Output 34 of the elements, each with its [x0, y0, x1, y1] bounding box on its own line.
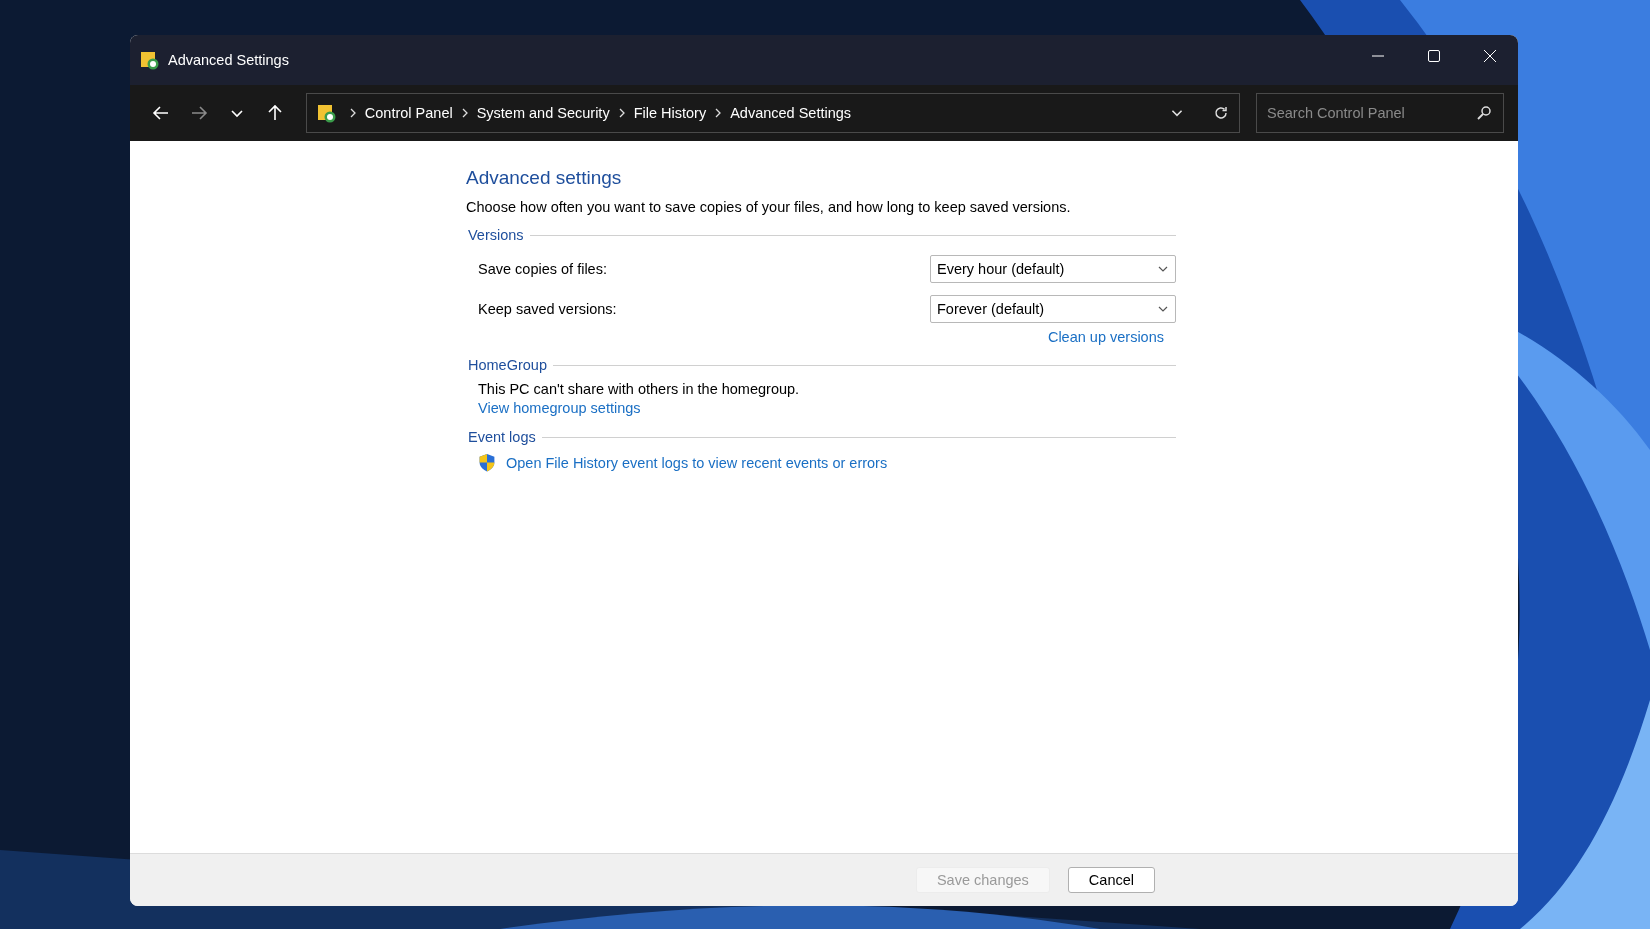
link[interactable]: Open File History event logs to view recent events or errors [506, 454, 888, 471]
section-title: Versions [468, 227, 524, 243]
chevron-right-icon [348, 108, 357, 118]
info-text: This PC can't share with others in the homegroup. [477, 381, 801, 397]
folder-clock-icon [140, 50, 160, 70]
folder-clock-icon [316, 103, 337, 123]
description-text: Choose how often you want to save copies of your files, and how long to keep saved versions. [466, 199, 1072, 215]
window-title: Advanced Settings [168, 52, 289, 68]
arrow-left-icon [151, 104, 170, 122]
dropdown[interactable]: Every hour (default) [930, 255, 1176, 283]
address-bar[interactable]: Control Panel System and Security File History Advanced Settings [305, 93, 1240, 133]
dropdown[interactable]: Forever (default) [930, 295, 1176, 323]
search-field[interactable]: Search Control Panel [1256, 93, 1504, 133]
shield-icon [478, 453, 496, 472]
arrow-right-icon [189, 104, 208, 122]
page-heading: Advanced settings [466, 167, 623, 189]
section-title: Event logs [468, 429, 536, 445]
section-title: HomeGroup [468, 357, 547, 373]
setting-label: Keep saved versions: [478, 301, 617, 317]
breadcrumb-item[interactable]: Advanced Settings [730, 105, 852, 121]
close-icon [1483, 49, 1497, 63]
maximize-icon [1427, 49, 1441, 63]
chevron-right-icon [460, 108, 469, 118]
chevron-right-icon [617, 108, 626, 118]
search-icon [1476, 105, 1492, 121]
refresh-icon[interactable] [1213, 105, 1229, 121]
chevron-right-icon [714, 108, 723, 118]
breadcrumb-item[interactable]: File History [633, 105, 707, 121]
setting-label: Save copies of files: [478, 261, 607, 277]
dialog-button[interactable]: Cancel [1067, 867, 1155, 893]
link[interactable]: View homegroup settings [478, 400, 641, 416]
link[interactable]: Clean up versions [1047, 329, 1164, 345]
breadcrumb-item[interactable]: Control Panel [364, 105, 453, 121]
breadcrumb-item[interactable]: System and Security [476, 105, 610, 121]
